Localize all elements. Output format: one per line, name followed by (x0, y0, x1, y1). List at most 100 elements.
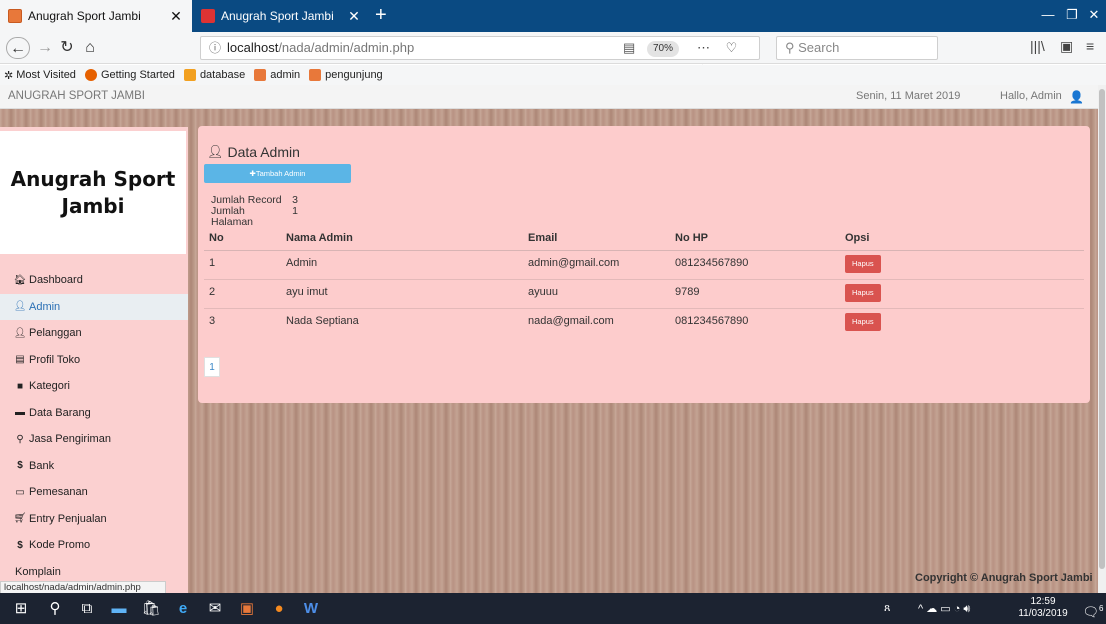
dollar-icon: $ (17, 539, 23, 551)
delete-button[interactable]: Hapus (845, 312, 881, 331)
site-app-icon[interactable]: ▣ (232, 593, 262, 624)
cell-hp: 081234567890 (670, 249, 840, 279)
sidebar-menu: 🏠︎ Dashboard 👤︎ Admin 👤︎ Pelanggan ▤ Profil … (0, 267, 188, 585)
tray-icons[interactable]: ^ ☁ ▭ ◔ 🔊︎ (918, 602, 970, 616)
sidebar-item-bank[interactable]: $ Bank (0, 453, 188, 480)
search-placeholder: Search (798, 40, 840, 55)
table-row: 3 Nada Septiana nada@gmail.com 081234567… (204, 307, 1084, 337)
greeting: Hallo, Admin (1000, 90, 1062, 102)
column-header-opsi: Opsi (840, 227, 1084, 251)
search-icon[interactable]: ⚲ (40, 593, 70, 624)
column-header-email: Email (523, 227, 670, 251)
back-arrow-icon[interactable]: ← (6, 37, 30, 59)
home-icon[interactable]: ⌂ (78, 37, 102, 59)
cell-no: 3 (204, 307, 281, 337)
user-icon[interactable]: 👤 (1069, 90, 1084, 104)
list-icon: ▤ (15, 354, 25, 366)
close-window-icon[interactable]: ✕ (1076, 0, 1106, 32)
cell-no: 1 (204, 249, 281, 279)
page-title: 👤︎ Data Admin (207, 144, 300, 160)
tab-title: Anugrah Sport Jambi (28, 9, 141, 23)
home-icon: 🏠︎ (13, 274, 27, 286)
library-icon[interactable]: |||\ (1030, 38, 1045, 54)
task-view-icon[interactable]: ⧉ (72, 593, 102, 624)
sidebar-item-pemesanan[interactable]: ▭ Pemesanan (0, 479, 188, 506)
bookmark-most-visited[interactable]: ✲ Most Visited (4, 69, 76, 82)
people-icon[interactable]: ጸ (884, 602, 890, 615)
bookmark-pengunjung[interactable]: pengunjung (309, 69, 383, 81)
browser-nav-bar: ← → ↻ ⌂ ⓘ localhost/nada/admin/admin.php… (0, 32, 1106, 77)
url-bar[interactable]: ⓘ localhost/nada/admin/admin.php ▤ 70% ⋯… (200, 36, 760, 77)
sidebar-item-admin[interactable]: 👤︎ Admin (0, 293, 188, 320)
close-tab-icon[interactable]: ✕ (168, 8, 184, 25)
add-admin-button[interactable]: ✚Tambah Admin (204, 164, 351, 183)
zoom-level[interactable]: 70% (647, 41, 680, 57)
edge-browser-icon[interactable]: e (168, 593, 198, 624)
cell-opsi: Hapus (840, 249, 1084, 279)
new-tab-plus-icon[interactable]: + (375, 4, 387, 26)
clock-date: 11/03/2019 (1018, 608, 1068, 619)
sidebar-item-pelanggan[interactable]: 👤︎ Pelanggan (0, 320, 188, 347)
navbar-brand[interactable]: ANUGRAH SPORT JAMBI (8, 90, 145, 102)
cell-nama: ayu imut (281, 278, 523, 308)
bookmark-database[interactable]: database (183, 69, 245, 81)
sidebar-item-dashboard[interactable]: 🏠︎ Dashboard (0, 267, 188, 294)
site-favicon-icon (8, 9, 22, 23)
map-marker-icon: ⚲ (16, 433, 24, 445)
notifications-icon[interactable]: 🗨︎6 (1078, 593, 1106, 624)
delete-button[interactable]: Hapus (845, 254, 881, 273)
sidebar-item-profil-toko[interactable]: ▤ Profil Toko (0, 347, 188, 374)
store-icon[interactable]: 🛍︎ (136, 593, 166, 624)
cell-no: 2 (204, 278, 281, 308)
menu-hamburger-icon[interactable]: ≡ (1086, 38, 1094, 54)
browser-tab-bar: Anugrah Sport Jambi ✕ Anugrah Sport Jamb… (0, 0, 1106, 32)
reload-icon[interactable]: ↻ (55, 37, 79, 59)
status-bar-link: localhost/nada/admin/admin.php (0, 581, 166, 593)
user-icon: 👤︎ (13, 327, 27, 339)
bookmark-admin[interactable]: admin (254, 69, 300, 81)
sidebar-brand-title: Anugrah Sport Jambi (10, 166, 176, 218)
user-icon: 👤︎ (13, 301, 27, 313)
admin-table: No Nama Admin Email No HP Opsi 1 Admin a… (204, 227, 1084, 337)
sidebar-brand-box: Anugrah Sport Jambi (0, 131, 186, 254)
browser-tab-inactive[interactable]: Anugrah Sport Jambi ✕ (193, 0, 370, 32)
gear-icon: ✲ (4, 69, 14, 82)
bookmark-getting-started[interactable]: Getting Started (84, 69, 175, 81)
page-scrollbar[interactable] (1098, 85, 1106, 593)
sidebar-toggle-icon[interactable]: ▣ (1060, 38, 1073, 55)
forward-arrow-icon[interactable]: → (33, 37, 57, 59)
page-count-value: 1 (292, 205, 298, 217)
site-favicon-icon (254, 69, 267, 81)
cell-hp: 9789 (670, 278, 840, 308)
copyright-text: Copyright © Anugrah Sport Jambi (915, 572, 1093, 584)
search-input[interactable]: ⚲ Search (776, 36, 938, 60)
info-icon[interactable]: ⓘ (209, 37, 221, 59)
bookmarks-bar: ✲ Most Visited Getting Started database a… (0, 65, 1106, 85)
mail-icon[interactable]: ✉ (200, 593, 230, 624)
sidebar-item-entry-penjualan[interactable]: 🛒︎ Entry Penjualan (0, 506, 188, 533)
windows-start-icon[interactable]: ⊞ (6, 593, 36, 624)
top-navbar: ANUGRAH SPORT JAMBI Senin, 11 Maret 2019… (0, 85, 1098, 109)
browser-tab-active[interactable]: Anugrah Sport Jambi ✕ (0, 0, 192, 32)
notification-count: 6 (1099, 604, 1104, 613)
sidebar: Anugrah Sport Jambi 🏠︎ Dashboard 👤︎ Admin … (0, 127, 188, 593)
database-icon (183, 69, 196, 81)
pagination-page-1[interactable]: 1 (204, 357, 220, 377)
scrollbar-thumb[interactable] (1099, 89, 1105, 569)
sidebar-item-jasa-pengiriman[interactable]: ⚲ Jasa Pengiriman (0, 426, 188, 453)
file-explorer-icon[interactable]: ▬ (104, 593, 134, 624)
search-icon: ⚲ (785, 40, 799, 55)
sidebar-item-kode-promo[interactable]: $ Kode Promo (0, 532, 188, 559)
close-tab-icon[interactable]: ✕ (346, 8, 362, 25)
firefox-icon (84, 69, 97, 81)
cell-nama: Nada Septiana (281, 307, 523, 337)
taskbar-clock[interactable]: 12:59 11/03/2019 (1017, 596, 1069, 620)
reader-view-icon[interactable]: ▤ (623, 37, 635, 59)
page-count-label: Jumlah Halaman (211, 205, 254, 228)
delete-button[interactable]: Hapus (845, 283, 881, 302)
sidebar-item-data-barang[interactable]: ▬ Data Barang (0, 400, 188, 427)
sidebar-item-kategori[interactable]: ■ Kategori (0, 373, 188, 400)
cell-opsi: Hapus (840, 307, 1084, 337)
word-icon[interactable]: W (296, 593, 326, 624)
firefox-icon[interactable]: ● (264, 593, 294, 624)
